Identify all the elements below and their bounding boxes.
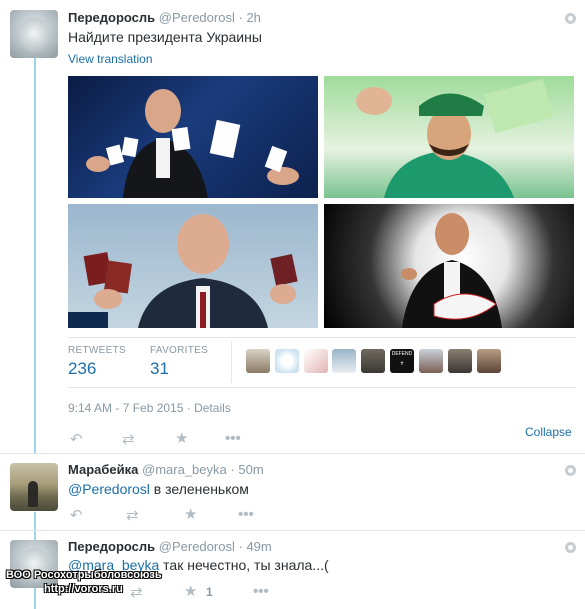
tweet-timestamp[interactable]: 9:14 AM - 7 Feb 2015 — [68, 401, 183, 415]
favoriter-avatar[interactable] — [246, 349, 270, 373]
tweet-time[interactable]: 50m — [238, 462, 263, 477]
favoriter-avatar[interactable] — [419, 349, 443, 373]
tweet-header: Передоросль @Peredorosl · 49m — [68, 539, 272, 554]
tweet-time[interactable]: 2h — [246, 10, 260, 25]
avatar[interactable] — [10, 10, 58, 58]
conversation-thread-line — [34, 58, 36, 453]
favorites-count[interactable]: 31 — [150, 359, 169, 379]
retweets-count[interactable]: 236 — [68, 359, 96, 379]
stats-divider — [68, 387, 576, 388]
avatar[interactable] — [10, 463, 58, 511]
favoriter-avatar[interactable] — [275, 349, 299, 373]
favorites-label: FAVORITES — [150, 345, 209, 356]
more-icon[interactable]: ••• — [225, 431, 241, 446]
user-handle[interactable]: @mara_beyka — [142, 462, 227, 477]
collapse-link[interactable]: Collapse — [525, 425, 572, 439]
retweet-icon[interactable]: ⇄ — [130, 585, 143, 600]
favorite-icon[interactable]: ★ — [175, 431, 188, 446]
tweet-text: @Peredorosl в зелененьком — [68, 481, 249, 497]
tweet-photo-1[interactable] — [68, 76, 318, 198]
tweet-timestamp-row: 9:14 AM - 7 Feb 2015 · Details — [68, 401, 231, 415]
reply-icon[interactable]: ↶ — [70, 432, 83, 447]
favoriter-avatar[interactable]: DEFEND ✝ — [390, 349, 414, 373]
president-passports-image — [68, 214, 298, 328]
reply-text: так нечестно, ты знала...( — [159, 557, 329, 573]
favoriter-avatar[interactable] — [477, 349, 501, 373]
favoriter-avatar[interactable] — [448, 349, 472, 373]
watermark-line-2: http://vorors.ru — [44, 583, 123, 595]
tweet-photo-2[interactable] — [324, 76, 574, 198]
favorite-count[interactable]: 1 — [206, 585, 213, 599]
tweet-photo-4[interactable] — [324, 204, 574, 328]
tweet-divider — [0, 530, 585, 531]
separator: · — [230, 462, 235, 477]
stats-separator — [231, 341, 232, 383]
gear-icon[interactable] — [565, 542, 576, 553]
tweet-divider — [0, 453, 585, 454]
separator: · — [186, 401, 191, 415]
favoriter-avatar[interactable] — [361, 349, 385, 373]
reply-text: в зелененьком — [149, 481, 249, 497]
reply-icon[interactable]: ↶ — [70, 508, 83, 523]
retweets-label: RETWEETS — [68, 345, 126, 356]
retweet-icon[interactable]: ⇄ — [122, 432, 135, 447]
more-icon[interactable]: ••• — [238, 507, 254, 522]
user-handle[interactable]: @Peredorosl — [159, 10, 235, 25]
gear-icon[interactable] — [565, 465, 576, 476]
tweet-header: Передоросль @Peredorosl · 2h — [68, 10, 261, 25]
display-name[interactable]: Марабейка — [68, 462, 138, 477]
favoriter-avatar[interactable] — [304, 349, 328, 373]
green-costume-magician-image — [356, 78, 554, 198]
watermark-line-1: ВОО Росохотрыболовсоюзь — [6, 569, 162, 581]
more-icon[interactable]: ••• — [253, 584, 269, 599]
separator: · — [238, 10, 243, 25]
tweet-header: Марабейка @mara_beyka · 50m — [68, 462, 264, 477]
user-handle[interactable]: @Peredorosl — [159, 539, 235, 554]
retweet-icon[interactable]: ⇄ — [126, 508, 139, 523]
view-translation-link[interactable]: View translation — [68, 52, 153, 66]
favorite-icon[interactable]: ★ — [184, 584, 197, 599]
defend-badge-text: DEFEND — [391, 351, 413, 357]
details-link[interactable]: Details — [194, 401, 231, 415]
tweet-time[interactable]: 49m — [246, 539, 271, 554]
mention-link[interactable]: @Peredorosl — [68, 481, 150, 497]
display-name[interactable]: Передоросль — [68, 10, 155, 25]
gear-icon[interactable] — [565, 13, 576, 24]
magician-cards-image — [86, 89, 299, 198]
favoriter-avatar[interactable] — [332, 349, 356, 373]
tweet-stats: RETWEETS 236 FAVORITES 31 DEFEND ✝ — [68, 337, 576, 387]
tweet-photo-3[interactable] — [68, 204, 318, 328]
card-magician-image — [401, 213, 502, 328]
tweet-text: Найдите президента Украины — [68, 29, 262, 45]
separator: · — [238, 539, 243, 554]
favorite-icon[interactable]: ★ — [184, 507, 197, 522]
display-name[interactable]: Передоросль — [68, 539, 155, 554]
